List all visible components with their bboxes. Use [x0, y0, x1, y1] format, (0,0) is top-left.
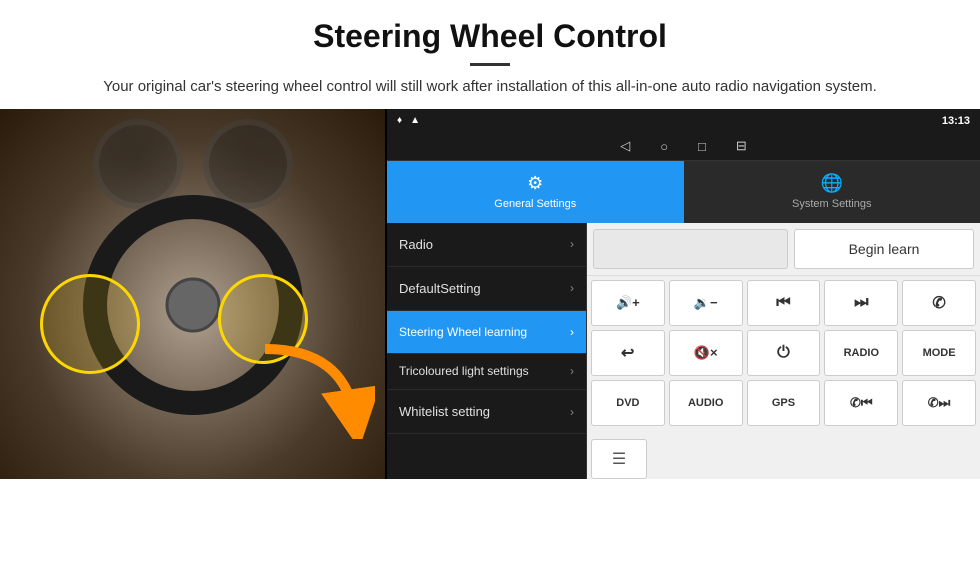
- gps-button[interactable]: GPS: [747, 380, 821, 426]
- chevron-whitelist-icon: ›: [570, 405, 574, 419]
- tab-system[interactable]: 🌐 System Settings: [684, 161, 980, 223]
- control-row-1: 🔊+ 🔉− ⏮ ⏭ ✆: [591, 280, 976, 326]
- begin-row: Begin learn: [587, 223, 980, 276]
- steering-image: [0, 109, 385, 479]
- hangup-icon: ↪: [621, 343, 634, 363]
- menu-item-steering[interactable]: Steering Wheel learning ›: [387, 311, 586, 354]
- menu-whitelist-label: Whitelist setting: [399, 404, 490, 419]
- tel-prev-button[interactable]: ✆⏮: [824, 380, 898, 426]
- chevron-steering-icon: ›: [570, 325, 574, 339]
- page-title: Steering Wheel Control: [60, 18, 920, 55]
- back-nav-icon[interactable]: ◁: [620, 138, 630, 154]
- vol-up-button[interactable]: 🔊+: [591, 280, 665, 326]
- control-grid: 🔊+ 🔉− ⏮ ⏭ ✆: [587, 276, 980, 435]
- android-ui: ♦ ▲ 13:13 ◁ ○ □ ⊟ ⚙ General Settings 🌐 S…: [385, 109, 980, 479]
- tab-general-label: General Settings: [494, 198, 576, 210]
- title-divider: [470, 63, 510, 66]
- prev-track-icon: ⏮: [776, 294, 790, 312]
- whitelist-icon-button[interactable]: ☰: [591, 439, 647, 479]
- tab-general[interactable]: ⚙ General Settings: [387, 161, 684, 223]
- gauge-right: [203, 119, 293, 209]
- dvd-label: DVD: [616, 397, 639, 409]
- status-time: 13:13: [942, 115, 970, 127]
- home-nav-icon[interactable]: ○: [660, 139, 668, 154]
- phone-icon: ✆: [932, 293, 945, 313]
- chevron-radio-icon: ›: [570, 237, 574, 251]
- next-track-icon: ⏭: [854, 294, 868, 312]
- vol-up-icon: 🔊+: [616, 295, 640, 311]
- menu-steering-label: Steering Wheel learning: [399, 325, 527, 339]
- page-header: Steering Wheel Control Your original car…: [0, 0, 980, 109]
- next-track-button[interactable]: ⏭: [824, 280, 898, 326]
- menu-item-whitelist[interactable]: Whitelist setting ›: [387, 390, 586, 434]
- main-content: ♦ ▲ 13:13 ◁ ○ □ ⊟ ⚙ General Settings 🌐 S…: [0, 109, 980, 479]
- menu-nav-icon[interactable]: ⊟: [736, 138, 747, 154]
- settings-tabs: ⚙ General Settings 🌐 System Settings: [387, 161, 980, 223]
- mode-label: MODE: [923, 347, 956, 359]
- empty-field: [593, 229, 788, 269]
- radio-button[interactable]: RADIO: [824, 330, 898, 376]
- chevron-defaultsetting-icon: ›: [570, 281, 574, 295]
- menu-defaultsetting-label: DefaultSetting: [399, 281, 481, 296]
- location-icon: ♦: [397, 115, 402, 126]
- hangup-button[interactable]: ↪: [591, 330, 665, 376]
- tab-system-label: System Settings: [792, 198, 871, 210]
- tel-next-button[interactable]: ✆⏭: [902, 380, 976, 426]
- nav-bar: ◁ ○ □ ⊟: [387, 133, 980, 161]
- audio-button[interactable]: AUDIO: [669, 380, 743, 426]
- general-settings-icon: ⚙: [527, 173, 543, 194]
- mute-icon: 🔇×: [694, 345, 718, 361]
- chevron-tricoloured-icon: ›: [570, 364, 574, 380]
- page-subtitle: Your original car's steering wheel contr…: [60, 76, 920, 99]
- whitelist-icon-row: ☰: [587, 435, 980, 479]
- power-button[interactable]: ⏻: [747, 330, 821, 376]
- tel-prev-icon: ✆⏮: [850, 395, 873, 411]
- menu-tricoloured-label: Tricoloured light settings: [399, 364, 529, 380]
- vol-down-icon: 🔉−: [694, 295, 718, 311]
- gps-label: GPS: [772, 397, 795, 409]
- sw-hub: [165, 277, 220, 332]
- tel-next-icon: ✆⏭: [928, 395, 951, 411]
- menu-list: Radio › DefaultSetting › Steering Wheel …: [387, 223, 587, 479]
- dvd-button[interactable]: DVD: [591, 380, 665, 426]
- highlight-left: [40, 274, 140, 374]
- mode-button[interactable]: MODE: [902, 330, 976, 376]
- bottom-section: Radio › DefaultSetting › Steering Wheel …: [387, 223, 980, 479]
- wifi-icon: ▲: [410, 115, 420, 126]
- menu-radio-label: Radio: [399, 237, 433, 252]
- audio-label: AUDIO: [688, 397, 723, 409]
- mute-button[interactable]: 🔇×: [669, 330, 743, 376]
- recent-nav-icon[interactable]: □: [698, 139, 706, 154]
- menu-item-defaultsetting[interactable]: DefaultSetting ›: [387, 267, 586, 311]
- begin-learn-button[interactable]: Begin learn: [794, 229, 974, 269]
- arrow-icon: [255, 339, 375, 439]
- whitelist-icon: ☰: [612, 449, 626, 469]
- menu-item-radio[interactable]: Radio ›: [387, 223, 586, 267]
- system-settings-icon: 🌐: [821, 173, 843, 194]
- controls-panel: Begin learn 🔊+ 🔉− ⏮: [587, 223, 980, 479]
- gauge-left: [93, 119, 183, 209]
- status-icons-left: ♦ ▲: [397, 115, 420, 126]
- status-bar: ♦ ▲ 13:13: [387, 109, 980, 133]
- power-icon: ⏻: [777, 344, 790, 362]
- control-row-2: ↪ 🔇× ⏻ RADIO MODE: [591, 330, 976, 376]
- radio-label: RADIO: [844, 347, 879, 359]
- control-row-3: DVD AUDIO GPS ✆⏮ ✆⏭: [591, 380, 976, 426]
- menu-item-tricoloured[interactable]: Tricoloured light settings ›: [387, 354, 586, 391]
- phone-button[interactable]: ✆: [902, 280, 976, 326]
- prev-track-button[interactable]: ⏮: [747, 280, 821, 326]
- vol-down-button[interactable]: 🔉−: [669, 280, 743, 326]
